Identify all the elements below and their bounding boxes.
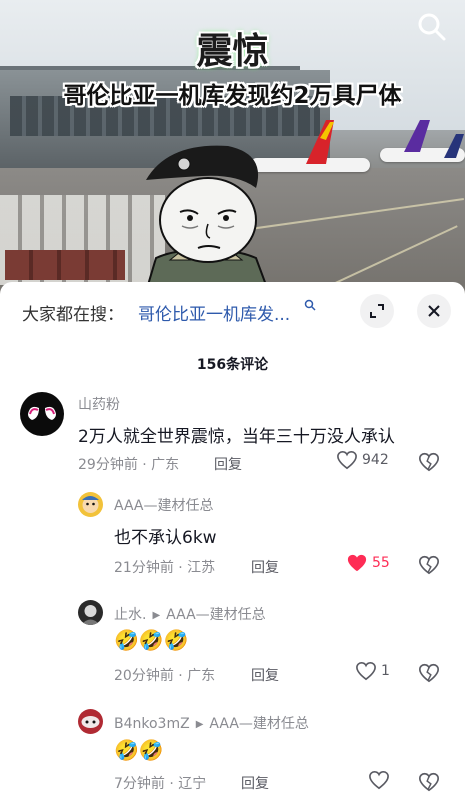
red-avatar-icon (81, 716, 100, 728)
reply-button[interactable]: 回复 (241, 773, 269, 793)
like-button[interactable]: 1 (355, 661, 390, 681)
reply-button[interactable]: 回复 (251, 557, 279, 577)
comment-author[interactable]: AAA—建材任总 (114, 495, 214, 515)
video-plane-tail (444, 134, 464, 158)
like-count: 1 (381, 663, 390, 679)
video-meme-character (146, 145, 268, 285)
reply-to-author[interactable]: AAA—建材任总 (166, 607, 266, 623)
reply-button[interactable]: 回复 (251, 665, 279, 685)
like-button[interactable] (368, 770, 394, 790)
comment-time-location: 20分钟前 · 广东 (114, 668, 216, 684)
avatar[interactable] (78, 709, 103, 734)
close-icon (428, 305, 440, 317)
comment-text: 🤣🤣🤣 (114, 628, 189, 652)
video-plane-tail (306, 120, 334, 164)
like-button[interactable]: 942 (336, 450, 389, 470)
comment-count: 156条评论 (196, 357, 269, 373)
video-player[interactable]: 震惊 哥伦比亚一机库发现约2万具尸体 (0, 0, 465, 300)
comment-time-location: 7分钟前 · 辽宁 (114, 776, 207, 792)
video-title: 震惊 (196, 31, 269, 72)
trending-search-query[interactable]: 哥伦比亚一机库发... (138, 300, 290, 325)
comment-time-location: 21分钟前 · 江苏 (114, 560, 216, 576)
comment-author-line: 止水. ▶ AAA—建材任总 (114, 604, 266, 624)
heart-filled-icon (347, 554, 367, 572)
reply-to-author[interactable]: AAA—建材任总 (209, 716, 309, 732)
comment-author[interactable]: 止水. (114, 607, 146, 623)
dislike-icon[interactable] (418, 554, 440, 576)
avatar[interactable] (78, 492, 103, 517)
like-button[interactable]: 55 (346, 553, 390, 573)
trending-search-prefix: 大家都在搜： (22, 305, 124, 325)
video-subtitle: 哥伦比亚一机库发现约2万具尸体 (63, 83, 402, 109)
avatar[interactable] (20, 392, 64, 436)
comment-time-location: 29分钟前 · 广东 (78, 457, 180, 473)
reply-arrow-icon: ▶ (152, 610, 161, 621)
cartoon-avatar-icon (82, 496, 99, 513)
avatar[interactable] (78, 600, 103, 625)
comment-text: 2万人就全世界震惊，当年三十万没人承认 (78, 427, 395, 447)
comment-author[interactable]: B4nko3mZ (114, 716, 190, 732)
search-icon (304, 299, 316, 314)
like-count: 942 (362, 452, 389, 468)
dislike-icon[interactable] (418, 771, 440, 793)
search-icon[interactable] (417, 12, 447, 42)
heart-icon (369, 770, 389, 790)
dislike-icon[interactable] (418, 451, 440, 473)
reply-arrow-icon: ▶ (195, 719, 204, 730)
close-button[interactable] (417, 294, 451, 328)
comment-author[interactable]: 山药粉 (78, 394, 120, 414)
expand-icon (370, 304, 384, 318)
dislike-icon[interactable] (418, 662, 440, 684)
video-red-vehicles (5, 250, 125, 280)
spider-mask-icon (28, 406, 56, 420)
trending-search-bar[interactable]: 大家都在搜： 哥伦比亚一机库发... (0, 282, 465, 340)
comment-author-line: B4nko3mZ ▶ AAA—建材任总 (114, 713, 309, 733)
comment-text: 🤣🤣 (114, 738, 164, 762)
dark-avatar-icon (81, 605, 100, 625)
like-count: 55 (372, 555, 390, 571)
video-plane-tail (404, 120, 430, 152)
reply-button[interactable]: 回复 (214, 454, 242, 474)
comment-text: 也不承认6kw (114, 528, 217, 548)
heart-icon (356, 661, 376, 681)
expand-button[interactable] (360, 294, 394, 328)
heart-icon (337, 450, 357, 470)
comment-panel: 大家都在搜： 哥伦比亚一机库发... 156条评论 山药粉 2万人就全世界震惊，… (0, 282, 465, 800)
